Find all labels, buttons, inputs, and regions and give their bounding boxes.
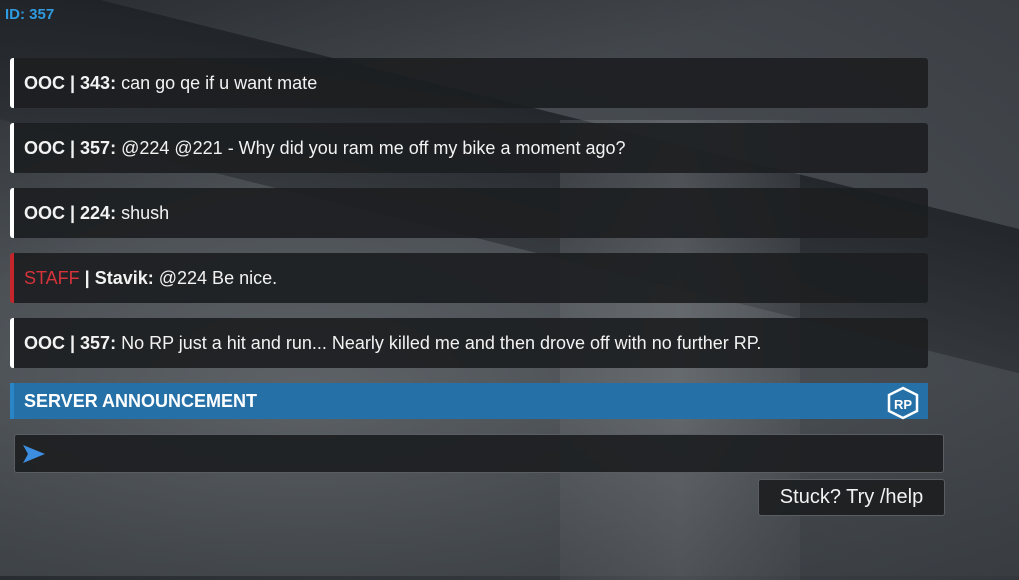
message-text: No RP just a hit and run... Nearly kille… <box>116 332 762 353</box>
chat-feed: OOC | 343: can go qe if u want mate OOC … <box>10 58 928 383</box>
announcement-title: SERVER ANNOUNCEMENT <box>24 390 258 411</box>
message-prefix: | Stavik: <box>79 267 154 288</box>
rp-server-logo-icon: RP <box>887 386 919 420</box>
server-announcement-banner: SERVER ANNOUNCEMENT RP <box>10 383 928 420</box>
message-text: @224 Be nice. <box>153 267 278 288</box>
staff-chat-message: STAFF | Stavik: @224 Be nice. <box>10 253 928 303</box>
message-prefix: OOC | 357: <box>24 137 117 158</box>
staff-tag: STAFF <box>24 267 80 288</box>
message-text: @224 @221 - Why did you ram me off my bi… <box>116 137 626 158</box>
chat-input-bar[interactable] <box>14 434 944 473</box>
svg-text:RP: RP <box>894 397 912 412</box>
chat-message: OOC | 343: can go qe if u want mate <box>10 58 928 108</box>
help-button[interactable]: Stuck? Try /help <box>758 479 945 516</box>
message-text: can go qe if u want mate <box>116 72 318 93</box>
message-prefix: OOC | 357: <box>24 332 117 353</box>
chat-message: OOC | 224: shush <box>10 188 928 238</box>
message-text: shush <box>116 202 170 223</box>
chat-message: OOC | 357: No RP just a hit and run... N… <box>10 318 928 368</box>
send-arrow-icon[interactable] <box>21 443 47 465</box>
chat-input[interactable] <box>47 434 943 473</box>
message-prefix: OOC | 224: <box>24 202 117 223</box>
chat-message: OOC | 357: @224 @221 - Why did you ram m… <box>10 123 928 173</box>
player-id-label: ID: 357 <box>5 6 55 23</box>
message-prefix: OOC | 343: <box>24 72 117 93</box>
